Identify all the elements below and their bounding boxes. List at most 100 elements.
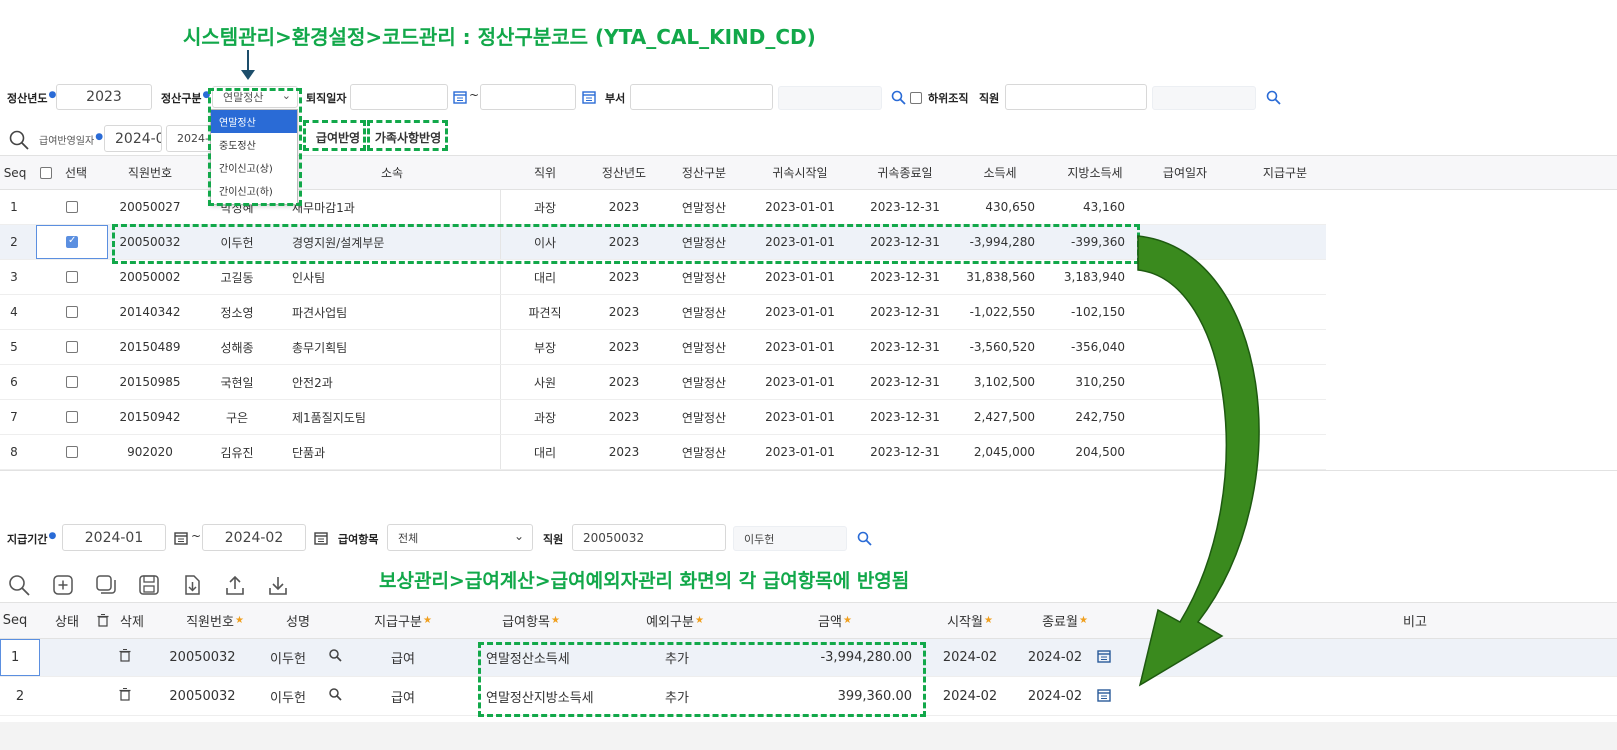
- cell-year: 2023: [608, 270, 640, 284]
- col-remark: 비고: [1403, 615, 1427, 630]
- row-checkbox[interactable]: [66, 201, 78, 213]
- highlight-grid2-items: [478, 642, 926, 717]
- cell-local-tax: 310,250: [1075, 375, 1125, 389]
- import-icon[interactable]: [179, 572, 205, 598]
- cell-emp-no: 20150489: [119, 340, 181, 354]
- cell-kind: 연말정산: [681, 410, 727, 425]
- cell-dept: 단품과: [292, 445, 326, 460]
- column-divider: [500, 365, 501, 399]
- dept-name-input: [778, 86, 882, 110]
- search-icon[interactable]: [855, 529, 873, 547]
- cell-checkbox[interactable]: [36, 295, 108, 329]
- col-amount: 금액 ★: [818, 615, 852, 630]
- copy-icon[interactable]: [93, 572, 119, 598]
- search-icon[interactable]: [328, 649, 342, 666]
- select-all-checkbox[interactable]: [36, 156, 56, 189]
- trash-icon[interactable]: [119, 688, 131, 705]
- calendar-icon[interactable]: [452, 89, 468, 105]
- cell-local-tax: 204,500: [1075, 445, 1125, 459]
- cell-checkbox[interactable]: [36, 435, 108, 469]
- calendar-icon[interactable]: [173, 530, 189, 546]
- cell-calendar[interactable]: [1092, 639, 1116, 676]
- dept-label: 부서: [605, 92, 626, 105]
- cell-start: 2023-01-01: [765, 445, 835, 459]
- highlight-row-2: [112, 224, 1140, 264]
- cell-pay-type: 급여: [391, 691, 415, 706]
- tilde: ~: [191, 529, 202, 543]
- calendar-icon[interactable]: [581, 89, 597, 105]
- cell-tax: 3,102,500: [973, 375, 1035, 389]
- tilde: ~: [469, 88, 480, 102]
- cell-dept: 안전2과: [292, 375, 333, 390]
- employee-no-input[interactable]: 20050032: [572, 524, 726, 551]
- row-checkbox[interactable]: [66, 235, 78, 248]
- dept-input[interactable]: [630, 84, 773, 110]
- row-checkbox[interactable]: [66, 341, 78, 353]
- cell-local-tax: 3,183,940: [1063, 270, 1125, 284]
- col-start-month: 시작월 ★: [947, 615, 993, 630]
- column-divider: [500, 435, 501, 469]
- cell-seq: 5: [10, 340, 18, 354]
- sub-org-checkbox[interactable]: [910, 92, 922, 104]
- search-icon[interactable]: [8, 129, 30, 151]
- cell-calendar[interactable]: [1092, 678, 1116, 715]
- retire-to-input[interactable]: [480, 84, 576, 110]
- row-checkbox[interactable]: [66, 446, 78, 458]
- cell-local-tax: -102,150: [1071, 305, 1125, 319]
- period-to-input[interactable]: 2024-02: [202, 524, 306, 551]
- search-icon[interactable]: [328, 688, 342, 705]
- cell-seq: 2: [10, 235, 18, 249]
- trash-icon[interactable]: [119, 649, 131, 666]
- employee-name-input: [1152, 86, 1256, 110]
- add-icon[interactable]: [50, 572, 76, 598]
- col-pay-date: 급여일자: [1162, 166, 1208, 180]
- year-label: 정산년도●: [7, 90, 57, 105]
- row-checkbox[interactable]: [66, 306, 78, 318]
- search-icon[interactable]: [1264, 88, 1282, 106]
- calendar-icon[interactable]: [1097, 688, 1111, 706]
- cell-checkbox[interactable]: [36, 260, 108, 294]
- cell-kind: 연말정산: [681, 270, 727, 285]
- bottom-scrollbar[interactable]: [0, 722, 1617, 750]
- cell-checkbox[interactable]: [36, 400, 108, 434]
- search-icon[interactable]: [889, 88, 907, 106]
- apply-date-label: 급여반영일자●: [39, 132, 104, 147]
- cell-name-search[interactable]: [322, 678, 348, 715]
- row-checkbox[interactable]: [66, 411, 78, 423]
- pay-item-select[interactable]: 전체 ⌄: [387, 524, 533, 551]
- cell-name-search[interactable]: [322, 639, 348, 676]
- col-local-tax: 지방소득세: [1067, 166, 1123, 180]
- download-icon[interactable]: [265, 572, 291, 598]
- employee-input[interactable]: [1005, 84, 1147, 110]
- save-icon[interactable]: [136, 572, 162, 598]
- cell-delete[interactable]: [95, 678, 155, 715]
- cell-position: 부장: [533, 340, 557, 355]
- cell-checkbox[interactable]: [36, 190, 108, 224]
- cell-name: 이두헌: [270, 691, 306, 706]
- cell-name: 이두헌: [270, 652, 306, 667]
- employee-label-2: 직원: [543, 533, 564, 546]
- retire-from-input[interactable]: [350, 84, 448, 110]
- highlight-dropdown: [208, 88, 302, 206]
- kind-label: 정산구분●: [161, 90, 211, 105]
- cell-local-tax: -356,040: [1071, 340, 1125, 354]
- col-start: 귀속시작일: [772, 166, 828, 180]
- calendar-icon[interactable]: [1097, 649, 1111, 667]
- row-checkbox[interactable]: [66, 271, 78, 283]
- search-icon[interactable]: [6, 572, 32, 598]
- cell-delete[interactable]: [95, 639, 155, 676]
- cell-checkbox[interactable]: [36, 225, 108, 259]
- calendar-icon[interactable]: [313, 530, 329, 546]
- cell-start: 2023-01-01: [765, 375, 835, 389]
- col-emp-no: 직원번호 ★: [186, 615, 244, 630]
- year-input[interactable]: 2023: [56, 84, 152, 110]
- row-checkbox[interactable]: [66, 376, 78, 388]
- period-from-input[interactable]: 2024-01: [62, 524, 166, 551]
- cell-seq: 1: [0, 639, 40, 676]
- cell-seq: 7: [10, 410, 18, 424]
- upload-icon[interactable]: [222, 572, 248, 598]
- apply-date-input[interactable]: 2024-0: [104, 125, 162, 152]
- cell-tax: 430,650: [985, 200, 1035, 214]
- cell-checkbox[interactable]: [36, 330, 108, 364]
- cell-checkbox[interactable]: [36, 365, 108, 399]
